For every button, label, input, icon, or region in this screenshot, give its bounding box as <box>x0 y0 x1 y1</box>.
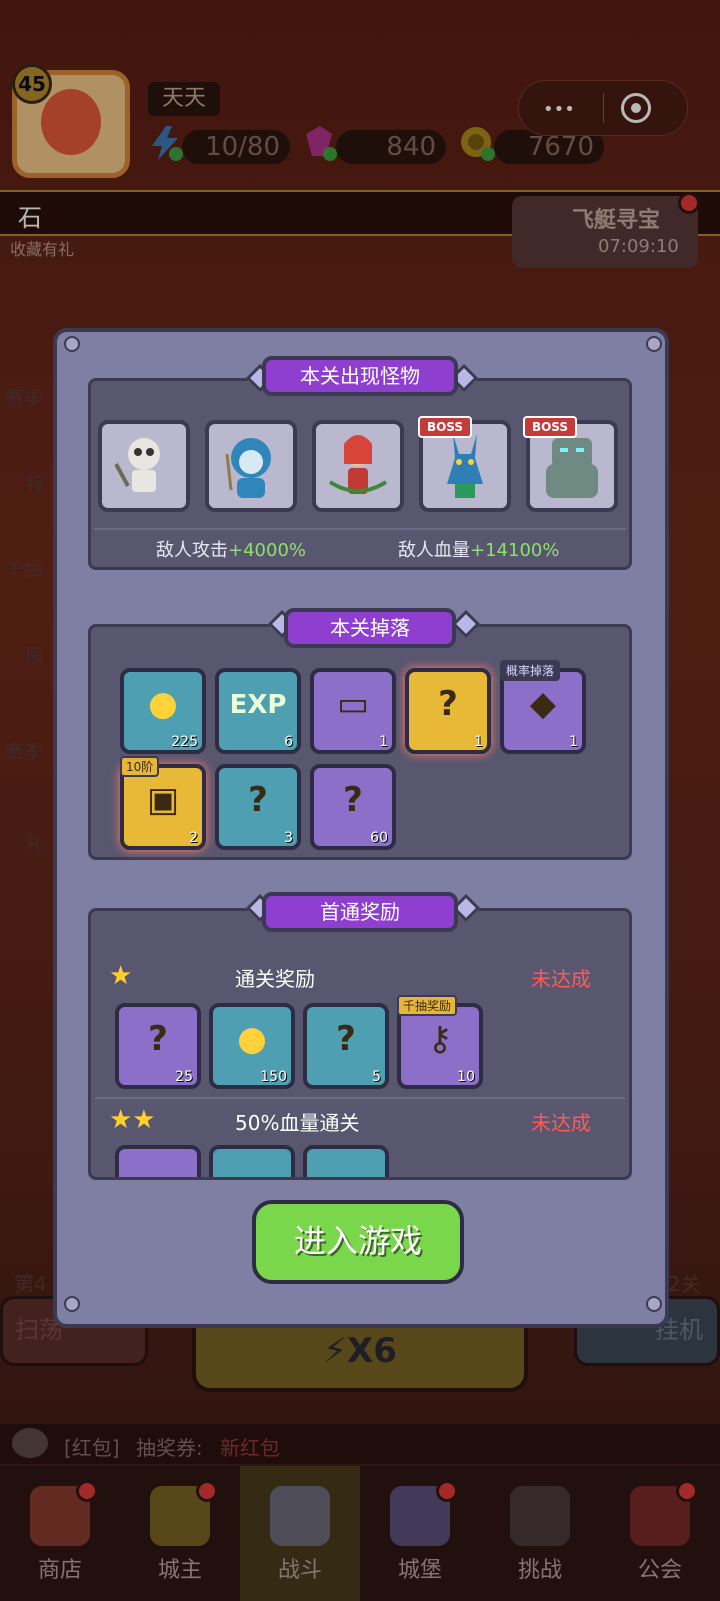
drops-title: 本关掉落 <box>284 608 456 648</box>
item-count: 3 <box>284 830 293 846</box>
reward-row-title: 50%血量通关 <box>235 1111 360 1135</box>
item-count: 25 <box>175 1069 193 1085</box>
enemy-attack-label: 敌人攻击 <box>156 540 228 561</box>
screw-icon <box>646 336 662 352</box>
enemy-hp-value: +14100% <box>470 540 560 561</box>
monster-blue-mage[interactable] <box>205 420 297 512</box>
item-ticket[interactable]: ▭ 1 <box>310 668 396 754</box>
item-count: 225 <box>171 734 198 750</box>
mystery-banner-icon: ? <box>336 1019 356 1059</box>
star-icon: ★ <box>109 961 133 991</box>
monster-red-archer[interactable] <box>312 420 404 512</box>
enemy-hp-stat: 敌人血量+14100% <box>398 536 559 562</box>
item-tag: 千抽奖励 <box>397 995 458 1016</box>
gold-key-icon: ⚷ <box>427 1019 453 1059</box>
reward-row-title: 通关奖励 <box>235 967 315 991</box>
item-count: 1 <box>569 734 578 750</box>
item-tag: 概率掉落 <box>500 660 561 681</box>
mystery-puzzle-icon: ? <box>148 1019 168 1059</box>
first-clear-section: ★ 通关奖励 未达成 ★★ 50%血量通关 未达成 ? 25 ● 150? 5 ⚷ 千抽奖励… <box>88 908 632 1180</box>
section-divider <box>94 528 626 530</box>
screw-icon <box>646 1296 662 1312</box>
item-gold-key[interactable]: ⚷ 千抽奖励 10 <box>397 995 483 1089</box>
gold-coin-icon: ● <box>237 1019 267 1059</box>
mystery-banner-icon: ? <box>248 780 268 820</box>
star-icon: ★★ <box>109 1105 156 1135</box>
reward-item-partial[interactable] <box>303 1145 389 1177</box>
item-count: 2 <box>189 830 198 846</box>
fire-crystal-icon: ◆ <box>529 684 557 724</box>
item-gold-coin[interactable]: ● 225 <box>120 668 206 754</box>
item-mystery-puzzle[interactable]: ? 60 <box>310 764 396 850</box>
treasure-chest-icon: ▣ <box>146 780 180 820</box>
item-count: 10 <box>457 1069 475 1085</box>
random-gems-icon: ? <box>438 684 458 724</box>
monster-skeleton[interactable] <box>98 420 190 512</box>
reward-item-partial[interactable] <box>115 1145 201 1177</box>
item-mystery-banner[interactable]: ? 5 <box>303 1003 389 1089</box>
section-divider <box>95 1097 625 1099</box>
item-exp[interactable]: EXP 6 <box>215 668 301 754</box>
item-count: 150 <box>260 1069 287 1085</box>
exp-icon: EXP <box>229 690 287 720</box>
ticket-icon: ▭ <box>336 684 370 724</box>
item-random-gems[interactable]: ? 1 <box>405 668 491 754</box>
reward-status: 未达成 <box>531 1111 591 1135</box>
item-mystery-puzzle[interactable]: ? 25 <box>115 1003 201 1089</box>
item-count: 1 <box>379 734 388 750</box>
enter-game-button[interactable]: 进入游戏 <box>252 1200 464 1284</box>
item-count: 6 <box>284 734 293 750</box>
item-tag: 10阶 <box>120 756 160 777</box>
monsters-title: 本关出现怪物 <box>262 356 458 396</box>
first-clear-title: 首通奖励 <box>262 892 458 932</box>
item-count: 5 <box>372 1069 381 1085</box>
item-mystery-banner[interactable]: ? 3 <box>215 764 301 850</box>
enemy-hp-label: 敌人血量 <box>398 540 470 561</box>
reward-item-partial[interactable] <box>209 1145 295 1177</box>
item-count: 1 <box>474 734 483 750</box>
item-count: 60 <box>370 830 388 846</box>
gold-coin-icon: ● <box>148 684 178 724</box>
boss-tag: BOSS <box>523 416 577 438</box>
screw-icon <box>64 1296 80 1312</box>
enemy-attack-stat: 敌人攻击+4000% <box>156 536 306 562</box>
boss-tag: BOSS <box>418 416 472 438</box>
item-treasure-chest[interactable]: ▣ 10阶 2 <box>120 756 206 850</box>
reward-status: 未达成 <box>531 967 591 991</box>
enemy-attack-value: +4000% <box>228 540 306 561</box>
screw-icon <box>64 336 80 352</box>
item-gold-coin[interactable]: ● 150 <box>209 1003 295 1089</box>
item-fire-crystal[interactable]: ◆ 概率掉落 1 <box>500 660 586 754</box>
mystery-puzzle-icon: ? <box>343 780 363 820</box>
